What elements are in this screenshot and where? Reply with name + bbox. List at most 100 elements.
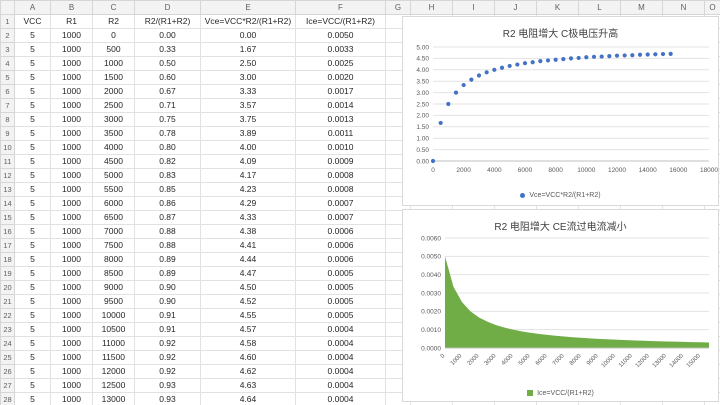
cell-E23[interactable]: 4.57 [201,323,296,337]
cell-A6[interactable]: 5 [15,85,51,99]
cell-C25[interactable]: 11500 [93,351,135,365]
cell-A9[interactable]: 5 [15,127,51,141]
cell-F3[interactable]: 0.0033 [296,43,386,57]
column-header-G[interactable]: G [386,1,411,15]
row-header-17[interactable]: 17 [1,239,15,253]
cell-F19[interactable]: 0.0005 [296,267,386,281]
cell-A16[interactable]: 5 [15,225,51,239]
cell-A2[interactable]: 5 [15,29,51,43]
cell-A14[interactable]: 5 [15,197,51,211]
data-point[interactable] [592,55,596,59]
cell-F27[interactable]: 0.0004 [296,379,386,393]
column-header-N[interactable]: N [663,1,705,15]
cell-C23[interactable]: 10500 [93,323,135,337]
column-header-E[interactable]: E [201,1,296,15]
chart-ice-panel[interactable]: R2 电阻增大 CE流过电流减小 0.00000.00100.00200.003… [402,209,719,402]
data-point[interactable] [653,52,657,56]
data-point[interactable] [646,52,650,56]
column-header-K[interactable]: K [537,1,579,15]
cell-B27[interactable]: 1000 [51,379,93,393]
row-header-2[interactable]: 2 [1,29,15,43]
row-header-22[interactable]: 22 [1,309,15,323]
cell-D6[interactable]: 0.67 [135,85,201,99]
cell-C22[interactable]: 10000 [93,309,135,323]
cell-A26[interactable]: 5 [15,365,51,379]
cell-E20[interactable]: 4.50 [201,281,296,295]
select-all-corner[interactable] [1,1,15,15]
cell-E10[interactable]: 4.00 [201,141,296,155]
cell-F22[interactable]: 0.0005 [296,309,386,323]
cell-B7[interactable]: 1000 [51,99,93,113]
cell-B21[interactable]: 1000 [51,295,93,309]
cell-B3[interactable]: 1000 [51,43,93,57]
cell-D1[interactable]: R2/(R1+R2) [135,15,201,29]
cell-C9[interactable]: 3500 [93,127,135,141]
data-point[interactable] [515,62,519,66]
cell-A11[interactable]: 5 [15,155,51,169]
cell-F9[interactable]: 0.0011 [296,127,386,141]
data-point[interactable] [669,52,673,56]
cell-B16[interactable]: 1000 [51,225,93,239]
cell-F13[interactable]: 0.0008 [296,183,386,197]
row-header-1[interactable]: 1 [1,15,15,29]
cell-E26[interactable]: 4.62 [201,365,296,379]
cell-F10[interactable]: 0.0010 [296,141,386,155]
data-point[interactable] [607,54,611,58]
cell-E24[interactable]: 4.58 [201,337,296,351]
cell-A1[interactable]: VCC [15,15,51,29]
row-header-13[interactable]: 13 [1,183,15,197]
cell-F18[interactable]: 0.0006 [296,253,386,267]
cell-E9[interactable]: 3.89 [201,127,296,141]
data-point[interactable] [554,57,558,61]
column-header-D[interactable]: D [135,1,201,15]
cell-B15[interactable]: 1000 [51,211,93,225]
cell-F11[interactable]: 0.0009 [296,155,386,169]
row-header-4[interactable]: 4 [1,57,15,71]
data-point[interactable] [446,102,450,106]
cell-C14[interactable]: 6000 [93,197,135,211]
data-point[interactable] [508,64,512,68]
cell-E21[interactable]: 4.52 [201,295,296,309]
cell-A21[interactable]: 5 [15,295,51,309]
cell-C26[interactable]: 12000 [93,365,135,379]
cell-B11[interactable]: 1000 [51,155,93,169]
cell-F14[interactable]: 0.0007 [296,197,386,211]
row-header-20[interactable]: 20 [1,281,15,295]
cell-D10[interactable]: 0.80 [135,141,201,155]
cell-E18[interactable]: 4.44 [201,253,296,267]
row-header-25[interactable]: 25 [1,351,15,365]
cell-B24[interactable]: 1000 [51,337,93,351]
cell-A5[interactable]: 5 [15,71,51,85]
column-header-C[interactable]: C [93,1,135,15]
cell-E11[interactable]: 4.09 [201,155,296,169]
cell-E13[interactable]: 4.23 [201,183,296,197]
cell-F26[interactable]: 0.0004 [296,365,386,379]
data-point[interactable] [492,68,496,72]
cell-D5[interactable]: 0.60 [135,71,201,85]
cell-E3[interactable]: 1.67 [201,43,296,57]
cell-C18[interactable]: 8000 [93,253,135,267]
cell-C21[interactable]: 9500 [93,295,135,309]
row-header-8[interactable]: 8 [1,113,15,127]
data-point[interactable] [630,53,634,57]
row-header-10[interactable]: 10 [1,141,15,155]
chart-vce-panel[interactable]: R2 电阻增大 C极电压升高 0.000.501.001.502.002.503… [402,16,719,206]
row-header-19[interactable]: 19 [1,267,15,281]
row-header-7[interactable]: 7 [1,99,15,113]
cell-D21[interactable]: 0.90 [135,295,201,309]
cell-A24[interactable]: 5 [15,337,51,351]
cell-E4[interactable]: 2.50 [201,57,296,71]
cell-F24[interactable]: 0.0004 [296,337,386,351]
cell-F20[interactable]: 0.0005 [296,281,386,295]
cell-F17[interactable]: 0.0006 [296,239,386,253]
row-header-12[interactable]: 12 [1,169,15,183]
cell-B23[interactable]: 1000 [51,323,93,337]
row-header-26[interactable]: 26 [1,365,15,379]
cell-D20[interactable]: 0.90 [135,281,201,295]
cell-C17[interactable]: 7500 [93,239,135,253]
cell-C13[interactable]: 5500 [93,183,135,197]
cell-F23[interactable]: 0.0004 [296,323,386,337]
column-header-L[interactable]: L [579,1,621,15]
cell-E1[interactable]: Vce=VCC*R2/(R1+R2) [201,15,296,29]
data-point[interactable] [469,77,473,81]
